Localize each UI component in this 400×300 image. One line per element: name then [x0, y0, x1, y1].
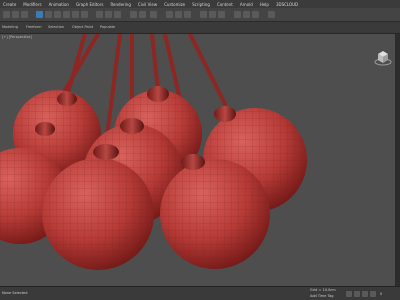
render-setup-icon[interactable] [200, 11, 207, 18]
menu-scripting[interactable]: Scripting [192, 2, 210, 7]
menu-graph-editors[interactable]: Graph Editors [76, 2, 103, 7]
menu-animation[interactable]: Animation [49, 2, 69, 7]
next-frame-icon[interactable] [354, 291, 360, 297]
menu-create[interactable]: Create [3, 2, 16, 7]
menu-arnold[interactable]: Arnold [240, 2, 253, 7]
time-config-icon[interactable] [370, 291, 376, 297]
menu-rendering[interactable]: Rendering [110, 2, 130, 7]
frame-counter[interactable]: 0 [380, 292, 382, 296]
viewport-layout-icon[interactable] [234, 11, 241, 18]
move-icon[interactable] [63, 11, 70, 18]
menu-help[interactable]: Help [260, 2, 269, 7]
render-icon[interactable] [218, 11, 225, 18]
undo-icon[interactable] [3, 11, 10, 18]
curve-editor-icon[interactable] [166, 11, 173, 18]
arnold-icon[interactable] [268, 11, 275, 18]
menu-customize[interactable]: Customize [164, 2, 185, 7]
material-editor-icon[interactable] [184, 11, 191, 18]
viewport-perspective[interactable]: [+] [Perspective] [0, 34, 395, 286]
scale-icon[interactable] [81, 11, 88, 18]
scene-explorer-icon[interactable] [252, 11, 259, 18]
rectangle-selection-icon[interactable] [54, 11, 61, 18]
main-toolbar [0, 8, 400, 22]
key-mode-icon[interactable] [362, 291, 368, 297]
angle-snap-icon[interactable] [105, 11, 112, 18]
tab-object-paint[interactable]: Object Paint [72, 25, 93, 29]
link-icon[interactable] [21, 11, 28, 18]
menu-content[interactable]: Content [217, 2, 233, 7]
workspace-icon[interactable] [243, 11, 250, 18]
menu-civil-view[interactable]: Civil View [138, 2, 157, 7]
percent-snap-icon[interactable] [114, 11, 121, 18]
rotate-icon[interactable] [72, 11, 79, 18]
align-icon[interactable] [139, 11, 146, 18]
tab-modeling[interactable]: Modeling [2, 25, 18, 29]
select-by-name-icon[interactable] [45, 11, 52, 18]
tab-populate[interactable]: Populate [100, 25, 115, 29]
status-bar: None Selected Grid = 10.0cm Add Time Tag… [0, 286, 400, 300]
tab-selection[interactable]: Selection [48, 25, 64, 29]
menu-3dscloud[interactable]: 3DSCLOUD [276, 2, 298, 7]
command-panel-edge[interactable] [395, 34, 400, 286]
schematic-view-icon[interactable] [175, 11, 182, 18]
play-icon[interactable] [346, 291, 352, 297]
mirror-icon[interactable] [130, 11, 137, 18]
menu-modifiers[interactable]: Modifiers [23, 2, 41, 7]
selection-status: None Selected [2, 291, 28, 295]
snap-icon[interactable] [96, 11, 103, 18]
grid-size: Grid = 10.0cm [310, 288, 336, 292]
menu-bar: Create Modifiers Animation Graph Editors… [0, 0, 400, 8]
render-frame-icon[interactable] [209, 11, 216, 18]
layer-icon[interactable] [150, 11, 157, 18]
viewcube-icon[interactable] [374, 50, 392, 66]
tab-freeform[interactable]: Freeform [26, 25, 42, 29]
ribbon: Modeling Freeform Selection Object Paint… [0, 22, 400, 34]
viewport-scene [0, 34, 307, 270]
add-time-tag[interactable]: Add Time Tag [310, 294, 334, 298]
select-object-icon[interactable] [36, 11, 43, 18]
redo-icon[interactable] [12, 11, 19, 18]
